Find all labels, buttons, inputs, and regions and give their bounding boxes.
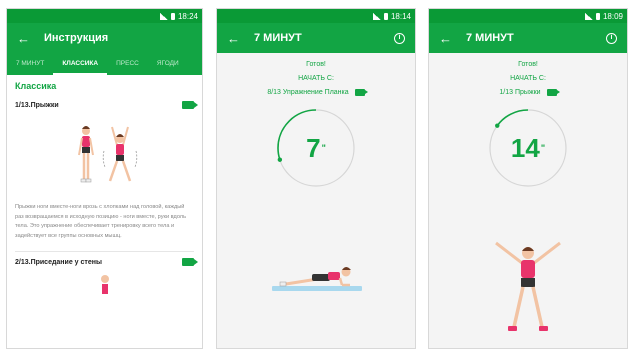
screenshot-collage: 18:24 ← Инструкция 7 МИНУТ КЛАССИКА ПРЕС… [0,0,629,349]
exercise-name: 1/13.Прыжки [15,101,59,109]
current-exercise: 1/13 Прыжки [429,89,627,96]
battery-icon [383,12,388,20]
section-title: Классика [15,81,57,91]
video-camera-icon[interactable] [546,89,560,96]
current-exercise-label: 8/13 Упражнение Планка [267,89,349,96]
tab-bar: 7 МИНУТ КЛАССИКА ПРЕСС ЯГОДИ [7,53,202,75]
arrow-left-icon[interactable]: ← [439,31,452,46]
exercise-pose [429,237,627,335]
phone-instruction: 18:24 ← Инструкция 7 МИНУТ КЛАССИКА ПРЕС… [6,8,203,349]
page-title: 7 МИНУТ [254,32,302,44]
plank-illustration [272,267,362,291]
timer-value: 7 " [274,106,358,190]
exercise-description: Прыжки ноги вместе-ноги врозь с хлопками… [15,204,186,239]
arrow-left-icon[interactable]: ← [227,31,240,46]
signal-icon [372,12,381,20]
jumping-jacks-illustration [77,126,137,183]
countdown-timer: 14 " [486,106,570,190]
ready-label: Готов! [518,61,538,68]
tab-classic[interactable]: КЛАССИКА [53,53,108,75]
app-bar: ← Инструкция [7,23,202,53]
status-bar: 18:24 [7,9,202,23]
current-exercise-label: 1/13 Прыжки [499,89,541,96]
tab-press[interactable]: ПРЕСС [107,53,148,75]
video-camera-icon[interactable] [182,101,198,109]
phone-timer-jumps: 18:09 ← 7 МИНУТ i Готов! НАЧАТЬ С: 1/13 … [428,8,628,349]
status-bar: 18:14 [217,9,415,23]
signal-icon [159,12,168,20]
page-title: Инструкция [44,32,109,44]
instruction-content: Классика 1/13.Прыжки Прыжки ноги вместе-… [7,75,202,348]
timer-seconds: 7 [306,132,321,163]
jumping-jack-illustration [495,241,561,331]
tab-glutes[interactable]: ЯГОДИ [148,53,188,75]
start-from-label: НАЧАТЬ С: [510,75,546,82]
timer-unit: " [540,143,546,153]
tab-7-min[interactable]: 7 МИНУТ [7,53,53,75]
ready-label: Готов! [306,61,326,68]
start-from-label: НАЧАТЬ С: [298,75,334,82]
exercise-pose [217,264,415,294]
info-icon[interactable]: i [606,32,617,44]
wall-sit-illustration [100,275,109,294]
status-time: 18:09 [602,11,623,21]
exercise-row[interactable]: 2/13.Приседание у стены [15,258,198,266]
status-time: 18:24 [177,11,198,21]
video-camera-icon[interactable] [182,258,198,266]
info-icon[interactable]: i [394,32,405,44]
timer-unit: " [321,143,326,153]
exercise-row[interactable]: 1/13.Прыжки [15,101,198,109]
battery-icon [595,12,600,20]
exercise-illustration [15,117,194,197]
battery-icon [170,12,175,20]
arrow-left-icon[interactable]: ← [17,31,30,46]
status-bar: 18:09 [429,9,627,23]
page-title: 7 МИНУТ [466,32,514,44]
app-bar: ← 7 МИНУТ i [429,23,627,53]
status-time: 18:14 [390,11,411,21]
exercise-illustration-partial [15,274,194,299]
video-camera-icon[interactable] [354,89,368,96]
current-exercise: 8/13 Упражнение Планка [217,89,415,96]
exercise-name: 2/13.Приседание у стены [15,258,102,266]
app-bar: ← 7 МИНУТ i [217,23,415,53]
timer-seconds: 14 [510,132,540,163]
phone-timer-plank: 18:14 ← 7 МИНУТ i Готов! НАЧАТЬ С: 8/13 … [216,8,416,349]
divider [15,251,194,252]
countdown-timer: 7 " [274,106,358,190]
timer-value: 14 " [486,106,570,190]
signal-icon [584,12,593,20]
